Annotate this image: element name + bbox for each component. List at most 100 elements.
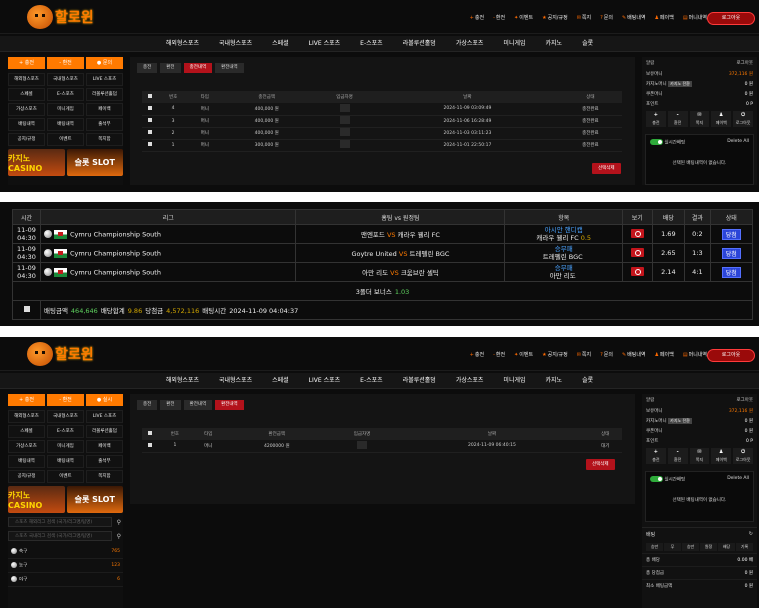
row-checkbox[interactable] <box>142 115 158 128</box>
sidebar-menu-item[interactable]: 해외형스포츠 <box>8 73 45 86</box>
sidebar-menu-item[interactable]: 스페셜 <box>8 425 45 438</box>
sidebar-tab[interactable]: ● 실시 <box>86 394 123 406</box>
sidebar-menu-item[interactable]: 배팅내역 <box>47 118 84 131</box>
slot-banner[interactable]: 슬롯 SLOT <box>66 486 123 513</box>
sidebar-tab[interactable]: + 충전 <box>8 57 45 69</box>
mainnav-item[interactable]: 카지노 <box>536 36 573 51</box>
quick-icon-button[interactable]: - 환전 <box>667 448 688 464</box>
slot-banner[interactable]: 슬롯 SLOT <box>66 149 123 176</box>
casino-convert-button[interactable]: 카지노 전환 <box>668 418 692 424</box>
sport-item[interactable]: 야구 6 <box>8 573 123 587</box>
sidebar-menu-item[interactable]: 미니게임 <box>47 103 84 116</box>
topnav-item[interactable]: ▤머니내역 <box>683 351 707 358</box>
overseas-search-input[interactable]: 스포츠 해외리그 검색 (국가/리그명/팀명) ⚲ <box>8 517 121 527</box>
logout-button[interactable]: 로그아웃 <box>707 12 755 25</box>
row-checkbox[interactable] <box>142 103 158 116</box>
content-tab[interactable]: 충전내역 <box>183 63 213 73</box>
checkbox-icon[interactable] <box>147 142 152 146</box>
content-tab[interactable]: 환전 <box>160 400 181 410</box>
mainnav-item[interactable]: 라볼루션홀덤 <box>393 36 446 51</box>
mainnav-item[interactable]: 국내형스포츠 <box>209 36 262 51</box>
sidebar-menu-item[interactable]: 가상스포츠 <box>8 440 45 453</box>
content-tab[interactable]: 환전 <box>160 63 181 73</box>
delete-all-button[interactable]: Delete All <box>727 476 749 483</box>
topnav-item[interactable]: ♟페이백 <box>655 351 674 358</box>
mainnav-item[interactable]: 해외형스포츠 <box>156 36 209 51</box>
mainnav-item[interactable]: E-스포츠 <box>350 373 393 388</box>
topnav-item[interactable]: ✉쪽지 <box>577 14 591 21</box>
mainnav-item[interactable]: 스페셜 <box>262 373 299 388</box>
checkbox-icon[interactable] <box>148 431 153 435</box>
checkbox-icon[interactable] <box>147 118 152 122</box>
mainnav-item[interactable]: 슬롯 <box>572 36 603 51</box>
sidebar-menu-item[interactable]: 출석부 <box>86 118 123 131</box>
topnav-item[interactable]: ♟페이백 <box>655 14 674 21</box>
sidebar-menu-item[interactable]: 라볼루션홀덤 <box>86 425 123 438</box>
mainnav-item[interactable]: 가상스포츠 <box>446 36 494 51</box>
casino-banner[interactable]: 카지노 CASINO <box>8 149 65 176</box>
alarm-label[interactable]: 알람 <box>646 60 654 66</box>
sidebar-tab[interactable]: - 환전 <box>47 57 84 69</box>
sidebar-menu-item[interactable]: 국내형스포츠 <box>47 410 84 423</box>
sidebar-menu-item[interactable]: 해외형스포츠 <box>8 410 45 423</box>
sidebar-menu-item[interactable]: 배팅내역 <box>47 455 84 468</box>
realtime-toggle[interactable] <box>650 476 663 482</box>
cell-view[interactable] <box>621 243 653 263</box>
topnav-item[interactable]: -환전 <box>493 351 505 358</box>
checkbox-icon[interactable] <box>147 94 152 98</box>
sidebar-menu-item[interactable]: 쪽지함 <box>86 470 123 483</box>
topnav-item[interactable]: ?문의 <box>600 351 613 358</box>
mainnav-item[interactable]: 국내형스포츠 <box>209 373 262 388</box>
site-logo[interactable]: 할로윈 <box>27 341 107 367</box>
realtime-toggle[interactable] <box>650 139 663 145</box>
delete-selected-button[interactable]: 선택삭제 <box>586 459 615 470</box>
view-icon[interactable] <box>630 266 644 276</box>
select-checkbox[interactable] <box>12 300 41 320</box>
topnav-item[interactable]: ✉쪽지 <box>577 351 591 358</box>
refresh-icon[interactable]: ↻ <box>749 531 753 537</box>
topnav-item[interactable]: +충전 <box>470 14 484 21</box>
sidebar-menu-item[interactable]: E-스포츠 <box>47 425 84 438</box>
topnav-item[interactable]: ✎배팅내역 <box>622 351 646 358</box>
casino-banner[interactable]: 카지노 CASINO <box>8 486 65 513</box>
quick-icon-button[interactable]: ⏻ 로그아웃 <box>733 448 753 464</box>
content-tab[interactable]: 충전 <box>137 63 158 73</box>
mainnav-item[interactable]: E-스포츠 <box>350 36 393 51</box>
domestic-search-input[interactable]: 스포츠 국내리그 검색 (국가/리그명/팀명) ⚲ <box>8 531 121 541</box>
mainnav-item[interactable]: 슬롯 <box>572 373 603 388</box>
cell-view[interactable] <box>621 262 653 282</box>
row-checkbox[interactable] <box>142 127 158 140</box>
sidebar-menu-item[interactable]: 국내형스포츠 <box>47 73 84 86</box>
checkbox-icon[interactable] <box>147 130 152 134</box>
quick-icon-button[interactable]: + 충전 <box>646 448 666 464</box>
sidebar-menu-item[interactable]: 이벤트 <box>47 470 84 483</box>
sidebar-menu-item[interactable]: 가상스포츠 <box>8 103 45 116</box>
search-icon[interactable]: ⚲ <box>117 518 121 527</box>
sidebar-menu-item[interactable]: 공지/규정 <box>8 470 45 483</box>
quick-icon-button[interactable]: - 환전 <box>667 111 688 127</box>
topnav-item[interactable]: ✎배팅내역 <box>622 14 646 21</box>
topnav-item[interactable]: ▤머니내역 <box>683 14 707 21</box>
checkbox-icon[interactable] <box>147 105 152 110</box>
mainnav-item[interactable]: LIVE 스포츠 <box>299 36 350 51</box>
view-icon[interactable] <box>630 228 644 238</box>
sidebar-tab[interactable]: - 환전 <box>47 394 84 406</box>
sidebar-menu-item[interactable]: 쪽지함 <box>86 133 123 146</box>
sidebar-menu-item[interactable]: LIVE 스포츠 <box>86 73 123 86</box>
content-tab[interactable]: 충전 <box>137 400 158 410</box>
sidebar-tab[interactable]: + 충전 <box>8 394 45 406</box>
quick-icon-button[interactable]: ♟ 페이백 <box>711 448 732 464</box>
logout-button[interactable]: 로그아웃 <box>707 349 755 362</box>
sidebar-tab[interactable]: ● 문의 <box>86 57 123 69</box>
mainnav-item[interactable]: 스페셜 <box>262 36 299 51</box>
content-tab[interactable]: 환전내역 <box>183 400 213 410</box>
sidebar-menu-item[interactable]: 페이백 <box>86 440 123 453</box>
checkbox-icon[interactable] <box>148 442 153 447</box>
sidebar-menu-item[interactable]: 이벤트 <box>47 133 84 146</box>
sidebar-menu-item[interactable]: 미니게임 <box>47 440 84 453</box>
delete-selected-button[interactable]: 선택삭제 <box>592 163 621 174</box>
site-logo[interactable]: 할로윈 <box>27 4 107 30</box>
quick-icon-button[interactable]: + 충전 <box>646 111 666 127</box>
topnav-item[interactable]: ★공지/규정 <box>542 351 568 358</box>
alarm-label[interactable]: 알람 <box>646 397 654 403</box>
